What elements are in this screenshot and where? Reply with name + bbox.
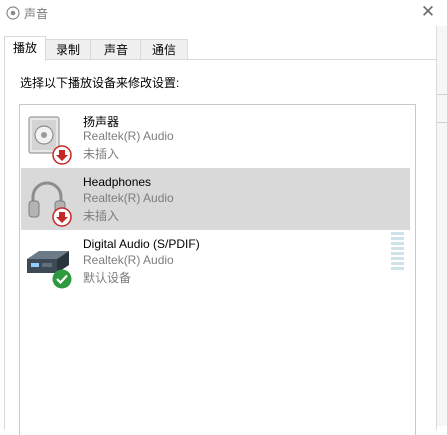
device-item-speakers[interactable]: 扬声器 Realtek(R) Audio 未插入 — [21, 106, 410, 168]
close-button[interactable]: ✕ — [415, 2, 441, 22]
tab-recording[interactable]: 录制 — [44, 39, 92, 60]
tab-strip: 播放 录制 声音 通信 — [4, 36, 436, 61]
device-name: Headphones — [83, 175, 152, 189]
window-title: 声音 — [24, 7, 49, 21]
instruction-text: 选择以下播放设备来修改设置: — [20, 76, 180, 90]
tab-communications[interactable]: 通信 — [140, 39, 188, 60]
device-driver: Realtek(R) Audio — [83, 129, 174, 143]
close-icon: ✕ — [420, 2, 436, 21]
device-status: 未插入 — [83, 209, 120, 223]
volume-level-meter — [391, 232, 404, 270]
device-item-headphones[interactable]: Headphones Realtek(R) Audio 未插入 — [21, 168, 410, 230]
speaker-app-icon — [6, 6, 20, 20]
device-item-digital-audio[interactable]: Digital Audio (S/PDIF) Realtek(R) Audio … — [21, 230, 410, 292]
playback-device-list[interactable]: 扬声器 Realtek(R) Audio 未插入 Headphones Real… — [19, 104, 416, 435]
tab-sounds[interactable]: 声音 — [90, 39, 142, 60]
device-status: 未插入 — [83, 147, 120, 161]
device-driver: Realtek(R) Audio — [83, 253, 174, 267]
device-name: 扬声器 — [83, 115, 120, 129]
default-check-icon — [52, 269, 72, 289]
device-driver: Realtek(R) Audio — [83, 191, 174, 205]
unplugged-arrow-icon — [52, 207, 72, 227]
tab-playback[interactable]: 播放 — [4, 36, 46, 61]
background-window-edge — [436, 26, 447, 426]
title-bar: 声音 ✕ — [0, 0, 447, 26]
device-name: Digital Audio (S/PDIF) — [83, 237, 200, 251]
unplugged-arrow-icon — [52, 145, 72, 165]
device-status: 默认设备 — [83, 271, 132, 285]
